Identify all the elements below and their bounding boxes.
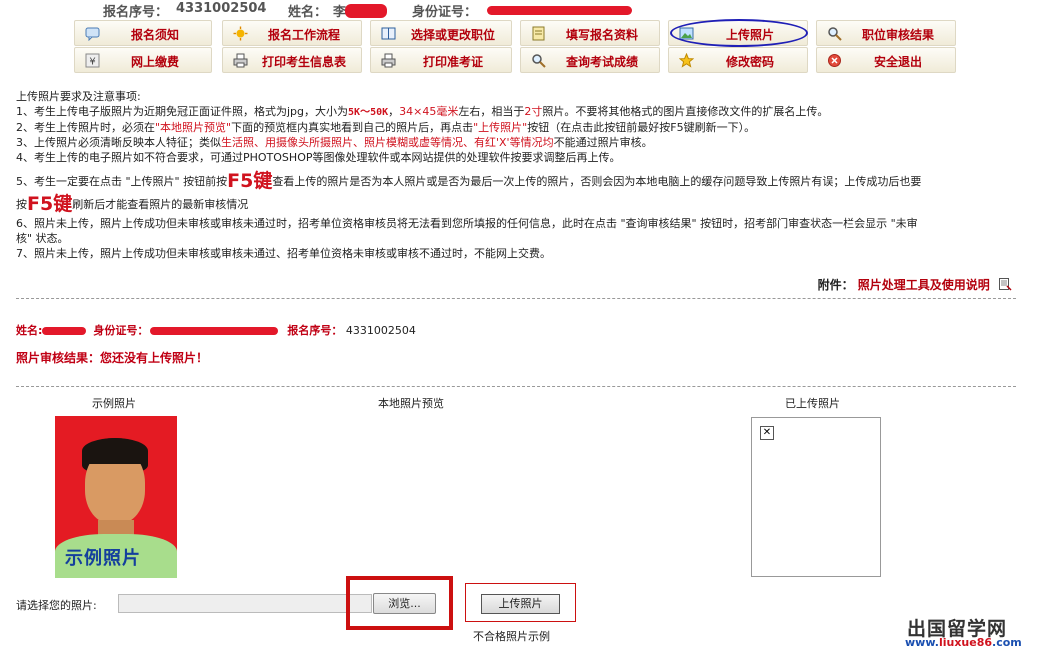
nav-button-7[interactable]: 打印考生信息表 bbox=[222, 47, 362, 73]
gear-sun-icon bbox=[233, 26, 248, 41]
nav-button-label: 报名须知 bbox=[130, 28, 179, 42]
notepad-icon bbox=[531, 26, 546, 41]
sample-photo-caption: 示例照片 bbox=[65, 548, 141, 569]
nav-button-label: 网上缴费 bbox=[130, 55, 179, 69]
magnifier-icon bbox=[531, 53, 546, 68]
sample-photo-heading: 示例照片 bbox=[92, 397, 136, 410]
notice-item-5: 5、考生一定要在点击 "上传照片" 按钮前按F5键查看上传的照片是否为本人照片或… bbox=[16, 170, 922, 192]
broken-image-icon: ✕ bbox=[760, 426, 774, 440]
info-reg-label: 报名序号： bbox=[287, 324, 343, 337]
notice-item-2: 2、考生上传照片时，必须在"本地照片预览"下面的预览框内真实地看到自己的照片后，… bbox=[16, 121, 756, 134]
attachment-row: 附件： 照片处理工具及使用说明 bbox=[818, 276, 1012, 294]
info-reg-value: 4331002504 bbox=[345, 324, 416, 337]
attachment-label: 附件： bbox=[817, 278, 854, 292]
info-name-label: 姓名: bbox=[16, 324, 43, 337]
applicant-info: 姓名: 身份证号： 报名序号： 4331002504 bbox=[16, 322, 416, 338]
exit-icon bbox=[827, 53, 842, 68]
printer-icon bbox=[233, 53, 248, 68]
upload-photo-button[interactable]: 上传照片 bbox=[481, 594, 560, 614]
star-icon bbox=[678, 52, 695, 68]
notice-item-5-cont: 按F5键刷新后才能查看照片的最新审核情况 bbox=[16, 193, 249, 215]
id-label: 身份证号： bbox=[412, 5, 478, 20]
upload-notice: 上传照片要求及注意事项: 1、考生上传电子版照片为近期免冠正面证件照，格式为jp… bbox=[16, 89, 1026, 261]
divider-2 bbox=[16, 386, 1016, 387]
nav-button-5[interactable]: 职位审核结果 bbox=[816, 20, 956, 46]
local-preview-heading: 本地照片预览 bbox=[378, 397, 444, 410]
speech-bubble-icon bbox=[85, 26, 100, 42]
notice-item-6: 6、照片未上传，照片上传成功但未审核或审核未通过时，招考单位资格审核员将无法看到… bbox=[16, 217, 918, 230]
nav-button-1[interactable]: 报名工作流程 bbox=[222, 20, 362, 46]
notice-item-6-cont: 核" 状态。 bbox=[16, 232, 69, 245]
applicant-header: 报名序号： 4331002504 姓名： 李 身份证号： bbox=[0, 0, 1042, 20]
info-id-redaction bbox=[149, 327, 278, 335]
reg-no-value: 4331002504 bbox=[176, 1, 267, 16]
picture-icon bbox=[679, 26, 694, 41]
nav-button-label: 安全退出 bbox=[873, 55, 922, 69]
notice-title: 上传照片要求及注意事项: bbox=[16, 90, 141, 103]
nav-button-4[interactable]: 上传照片 bbox=[668, 20, 808, 46]
choose-photo-label: 请选择您的照片: bbox=[16, 599, 97, 612]
nav-button-3[interactable]: 填写报名资料 bbox=[520, 20, 660, 46]
yen-icon: ¥ bbox=[85, 53, 100, 68]
notice-item-1: 1、考生上传电子版照片为近期免冠正面证件照，格式为jpg，大小为5K～50K，3… bbox=[16, 105, 829, 118]
nav-button-label: 职位审核结果 bbox=[861, 28, 934, 42]
document-icon bbox=[998, 277, 1012, 294]
nav-button-label: 填写报名资料 bbox=[565, 28, 638, 42]
bad-photo-example-link[interactable]: 不合格照片示例 bbox=[473, 628, 550, 644]
nav-button-10[interactable]: 修改密码 bbox=[668, 47, 808, 73]
file-path-input[interactable] bbox=[118, 594, 372, 613]
info-name-redaction bbox=[41, 327, 86, 335]
nav-button-9[interactable]: 查询考试成绩 bbox=[520, 47, 660, 73]
nav-button-8[interactable]: 打印准考证 bbox=[370, 47, 512, 73]
nav-button-label: 选择或更改职位 bbox=[410, 28, 495, 42]
nav-button-label: 打印考生信息表 bbox=[261, 55, 346, 69]
reg-no-label: 报名序号： bbox=[103, 5, 169, 20]
watermark-url: www.liuxue86.com bbox=[905, 636, 1022, 649]
name-redaction bbox=[345, 4, 387, 18]
nav-button-0[interactable]: 报名须知 bbox=[74, 20, 212, 46]
nav-button-2[interactable]: 选择或更改职位 bbox=[370, 20, 512, 46]
nav-button-label: 查询考试成绩 bbox=[565, 55, 638, 69]
nav-button-label: 上传照片 bbox=[725, 28, 774, 42]
name-label: 姓名： bbox=[288, 5, 328, 20]
nav-button-11[interactable]: 安全退出 bbox=[816, 47, 956, 73]
id-redaction bbox=[487, 6, 632, 15]
nav-button-label: 修改密码 bbox=[725, 55, 774, 69]
notice-item-4: 4、考生上传的电子照片如不符合要求，可通过PHOTOSHOP等图像处理软件或本网… bbox=[16, 151, 621, 164]
nav-button-label: 报名工作流程 bbox=[267, 28, 340, 42]
audit-result: 照片审核结果：您还没有上传照片！ bbox=[16, 351, 209, 365]
photo-tool-link[interactable]: 照片处理工具及使用说明 bbox=[858, 278, 990, 292]
notice-item-7: 7、照片未上传，照片上传成功但未审核或审核未通过、招考单位资格未审核或审核不通过… bbox=[16, 247, 551, 260]
uploaded-photo-heading: 已上传照片 bbox=[785, 397, 840, 410]
svg-text:¥: ¥ bbox=[89, 57, 95, 68]
book-icon bbox=[381, 26, 396, 41]
nav-button-6[interactable]: ¥ 网上缴费 bbox=[74, 47, 212, 73]
browse-button[interactable]: 浏览... bbox=[373, 593, 436, 614]
divider bbox=[16, 298, 1016, 299]
nav-button-label: 打印准考证 bbox=[422, 55, 483, 69]
uploaded-photo-frame: ✕ bbox=[751, 417, 881, 577]
sample-photo: 示例照片 bbox=[55, 416, 177, 578]
info-id-label: 身份证号： bbox=[93, 324, 149, 337]
magnifier-icon bbox=[827, 26, 842, 41]
notice-item-3: 3、上传照片必须清晰反映本人特征；类似生活照、用摄像头所摄照片、照片模糊或虚等情… bbox=[16, 136, 653, 149]
printer-icon bbox=[381, 53, 396, 68]
